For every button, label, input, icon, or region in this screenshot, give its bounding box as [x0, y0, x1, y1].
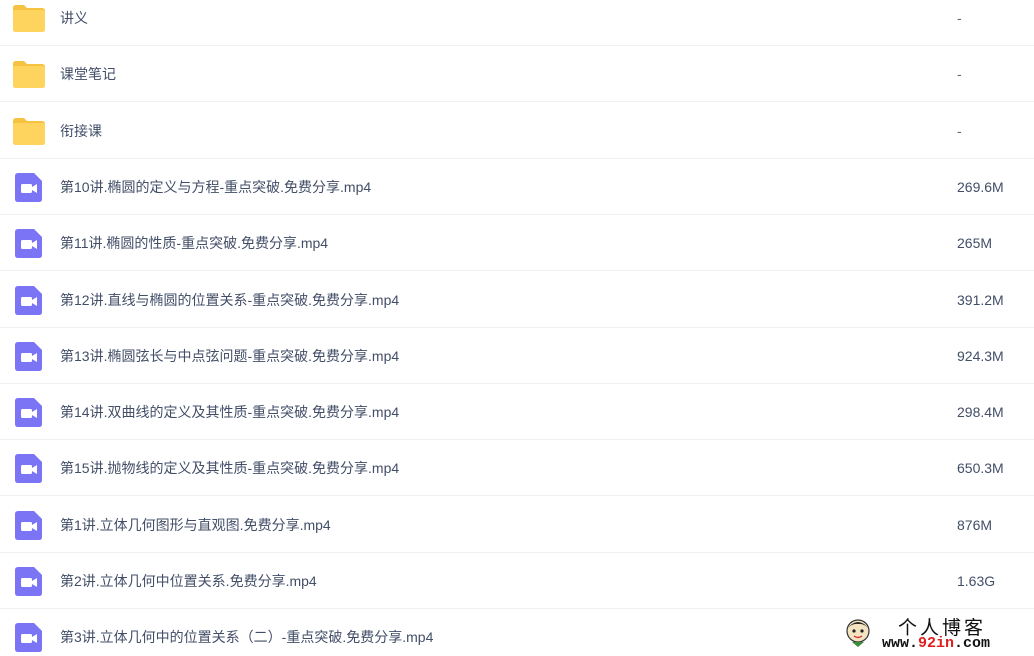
- file-name[interactable]: 第10讲.椭圆的定义与方程-重点突破.免费分享.mp4: [60, 159, 371, 215]
- file-size: -: [957, 123, 962, 139]
- file-size: 269.6M: [957, 179, 1004, 195]
- folder-row[interactable]: 衔接课 -: [0, 103, 1034, 159]
- file-name[interactable]: 第14讲.双曲线的定义及其性质-重点突破.免费分享.mp4: [60, 384, 399, 440]
- file-size: 876M: [957, 517, 993, 533]
- video-file-icon: [13, 621, 45, 653]
- mascot-icon: [846, 619, 870, 647]
- file-size: 924.3M: [957, 348, 1004, 364]
- video-file-icon: [13, 509, 45, 541]
- file-size: 265M: [957, 235, 993, 251]
- file-name[interactable]: 第1讲.立体几何图形与直观图.免费分享.mp4: [60, 497, 331, 553]
- watermark-url-suffix: .com: [954, 635, 991, 652]
- file-row[interactable]: 第14讲.双曲线的定义及其性质-重点突破.免费分享.mp4 298.4M: [0, 384, 1034, 440]
- video-file-icon: [13, 171, 45, 203]
- file-row[interactable]: 第2讲.立体几何中位置关系.免费分享.mp4 1.63G: [0, 553, 1034, 609]
- file-size: -: [957, 66, 962, 82]
- folder-row[interactable]: 课堂笔记 -: [0, 46, 1034, 102]
- file-row[interactable]: 第15讲.抛物线的定义及其性质-重点突破.免费分享.mp4 650.3M: [0, 440, 1034, 496]
- file-size: 298.4M: [957, 404, 1004, 420]
- file-name[interactable]: 第12讲.直线与椭圆的位置关系-重点突破.免费分享.mp4: [60, 272, 399, 328]
- watermark-url: www.92in.com: [882, 635, 990, 652]
- file-size: -: [957, 10, 962, 26]
- file-list: 讲义 - 课堂笔记 - 衔接课 - 第10讲.椭圆的定义与方程-重点突破.免费分享.mp4 2…: [0, 0, 1034, 656]
- watermark-url-prefix: www.: [882, 635, 919, 652]
- file-size: 1.63G: [957, 573, 996, 589]
- file-row[interactable]: 第12讲.直线与椭圆的位置关系-重点突破.免费分享.mp4 391.2M: [0, 272, 1034, 328]
- file-name[interactable]: 第2讲.立体几何中位置关系.免费分享.mp4: [60, 553, 317, 609]
- file-name[interactable]: 衔接课: [60, 103, 102, 159]
- file-row[interactable]: 第10讲.椭圆的定义与方程-重点突破.免费分享.mp4 269.6M: [0, 159, 1034, 215]
- file-name[interactable]: 第15讲.抛物线的定义及其性质-重点突破.免费分享.mp4: [60, 440, 399, 496]
- video-file-icon: [13, 340, 45, 372]
- video-file-icon: [13, 565, 45, 597]
- file-size: 650.3M: [957, 460, 1004, 476]
- file-name[interactable]: 第11讲.椭圆的性质-重点突破.免费分享.mp4: [60, 215, 328, 271]
- watermark: 个人博客 www.92in.com: [838, 609, 1030, 655]
- file-name[interactable]: 课堂笔记: [60, 46, 116, 102]
- file-name[interactable]: 第3讲.立体几何中的位置关系（二）-重点突破.免费分享.mp4: [60, 609, 433, 656]
- watermark-url-highlight: 92in: [918, 635, 955, 652]
- folder-icon: [13, 58, 45, 90]
- video-file-icon: [13, 227, 45, 259]
- video-file-icon: [13, 284, 45, 316]
- file-row[interactable]: 第1讲.立体几何图形与直观图.免费分享.mp4 876M: [0, 497, 1034, 553]
- folder-row[interactable]: 讲义 -: [0, 0, 1034, 46]
- file-name[interactable]: 讲义: [60, 0, 88, 46]
- file-size: 391.2M: [957, 292, 1004, 308]
- file-row[interactable]: 第13讲.椭圆弦长与中点弦问题-重点突破.免费分享.mp4 924.3M: [0, 328, 1034, 384]
- file-name[interactable]: 第13讲.椭圆弦长与中点弦问题-重点突破.免费分享.mp4: [60, 328, 399, 384]
- video-file-icon: [13, 396, 45, 428]
- file-row[interactable]: 第11讲.椭圆的性质-重点突破.免费分享.mp4 265M: [0, 215, 1034, 271]
- video-file-icon: [13, 452, 45, 484]
- folder-icon: [13, 2, 45, 34]
- folder-icon: [13, 115, 45, 147]
